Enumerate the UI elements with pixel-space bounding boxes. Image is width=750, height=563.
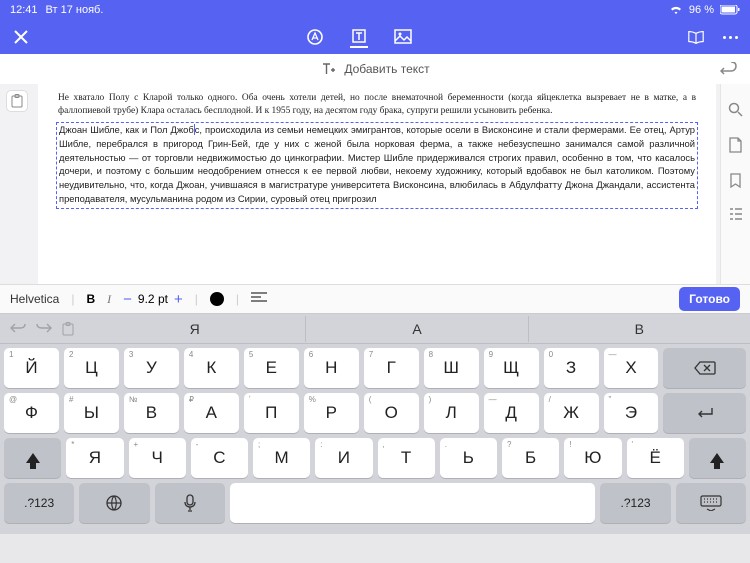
space-key[interactable] [230, 483, 596, 523]
page-icon[interactable] [729, 137, 742, 153]
numkey-button[interactable]: .?123 [4, 483, 74, 523]
close-icon[interactable] [12, 28, 30, 46]
key-Ш[interactable]: 8Ш [424, 348, 479, 388]
backspace-key[interactable] [663, 348, 745, 388]
shift-key[interactable] [689, 438, 746, 478]
keyboard: Я А В 1Й2Ц3У4К5Е6Н7Г8Ш9Щ0З—Х @Ф#Ы№В₽АʼП%… [0, 314, 750, 534]
key-Й[interactable]: 1Й [4, 348, 59, 388]
key-К[interactable]: 4К [184, 348, 239, 388]
text-add-icon [320, 62, 336, 76]
paragraph: Не хватало Полу с Кларой только одного. … [58, 92, 696, 117]
clipboard-button[interactable] [6, 90, 28, 112]
key-Ч[interactable]: +Ч [129, 438, 186, 478]
key-Д[interactable]: —Д [484, 393, 539, 433]
numkey-button[interactable]: .?123 [600, 483, 670, 523]
side-tools [720, 84, 750, 284]
key-Ь[interactable]: .Ь [440, 438, 497, 478]
key-Ю[interactable]: !Ю [564, 438, 621, 478]
done-button[interactable]: Готово [679, 287, 740, 311]
wifi-icon [669, 5, 683, 15]
shift-key[interactable] [4, 438, 61, 478]
bookmark-icon[interactable] [730, 173, 741, 188]
key-Е[interactable]: 5Е [244, 348, 299, 388]
align-icon[interactable] [251, 292, 267, 306]
key-Н[interactable]: 6Н [304, 348, 359, 388]
kbd-redo-icon[interactable] [36, 322, 52, 336]
key-Ж[interactable]: /Ж [544, 393, 599, 433]
font-size-value: 9.2 pt [138, 292, 168, 306]
book-icon[interactable] [687, 28, 705, 46]
image-tool-icon[interactable] [394, 28, 412, 46]
key-Я[interactable]: *Я [66, 438, 123, 478]
key-Э[interactable]: "Э [604, 393, 659, 433]
suggestion-row: Я А В [0, 314, 750, 344]
add-text-bar[interactable]: Добавить текст [0, 54, 750, 84]
document-area: Не хватало Полу с Кларой только одного. … [0, 84, 750, 284]
italic-button[interactable]: I [107, 292, 111, 307]
key-С[interactable]: -С [191, 438, 248, 478]
text-tool-icon[interactable] [350, 30, 368, 48]
key-И[interactable]: :И [315, 438, 372, 478]
font-family-select[interactable]: Helvetica [10, 292, 59, 306]
document-page[interactable]: Не хватало Полу с Кларой только одного. … [38, 84, 716, 284]
suggestion[interactable]: Я [84, 316, 305, 342]
font-size-minus[interactable]: − [123, 291, 132, 308]
key-О[interactable]: (О [364, 393, 419, 433]
key-Ё[interactable]: 'Ё [627, 438, 684, 478]
kbd-undo-icon[interactable] [10, 322, 26, 336]
key-А[interactable]: ₽А [184, 393, 239, 433]
date: Вт 17 нояб. [46, 4, 104, 16]
clock: 12:41 [10, 4, 38, 16]
font-size-plus[interactable]: + [174, 291, 183, 308]
key-У[interactable]: 3У [124, 348, 179, 388]
kbd-clipboard-icon[interactable] [62, 322, 74, 336]
add-text-label: Добавить текст [344, 62, 429, 76]
key-Т[interactable]: ,Т [378, 438, 435, 478]
key-Л[interactable]: )Л [424, 393, 479, 433]
app-toolbar [0, 20, 750, 54]
hide-keyboard-key[interactable] [676, 483, 746, 523]
key-Ы[interactable]: #Ы [64, 393, 119, 433]
battery-icon [720, 5, 740, 15]
key-Г[interactable]: 7Г [364, 348, 419, 388]
key-Б[interactable]: ?Б [502, 438, 559, 478]
key-Ф[interactable]: @Ф [4, 393, 59, 433]
key-Х[interactable]: —Х [604, 348, 659, 388]
key-Ц[interactable]: 2Ц [64, 348, 119, 388]
key-Щ[interactable]: 9Щ [484, 348, 539, 388]
search-icon[interactable] [728, 102, 743, 117]
key-Р[interactable]: %Р [304, 393, 359, 433]
mic-key[interactable] [155, 483, 225, 523]
status-bar: 12:41 Вт 17 нояб. 96 % [0, 0, 750, 20]
color-swatch[interactable] [210, 292, 224, 306]
format-bar: Helvetica | B I − 9.2 pt + | | Готово [0, 284, 750, 314]
key-В[interactable]: №В [124, 393, 179, 433]
paragraph-editing[interactable]: Джоан Шибле, как и Пол Джобс, происходил… [56, 122, 698, 208]
key-З[interactable]: 0З [544, 348, 599, 388]
undo-icon[interactable] [720, 62, 738, 76]
outline-icon[interactable] [729, 208, 743, 220]
pen-tool-icon[interactable] [306, 28, 324, 46]
return-key[interactable] [663, 393, 745, 433]
key-П[interactable]: ʼП [244, 393, 299, 433]
suggestion[interactable]: В [528, 316, 750, 342]
globe-key[interactable] [79, 483, 149, 523]
key-М[interactable]: ;М [253, 438, 310, 478]
bold-button[interactable]: B [86, 292, 95, 306]
battery-percent: 96 % [689, 4, 714, 16]
suggestion[interactable]: А [305, 316, 527, 342]
more-icon[interactable] [723, 36, 738, 39]
